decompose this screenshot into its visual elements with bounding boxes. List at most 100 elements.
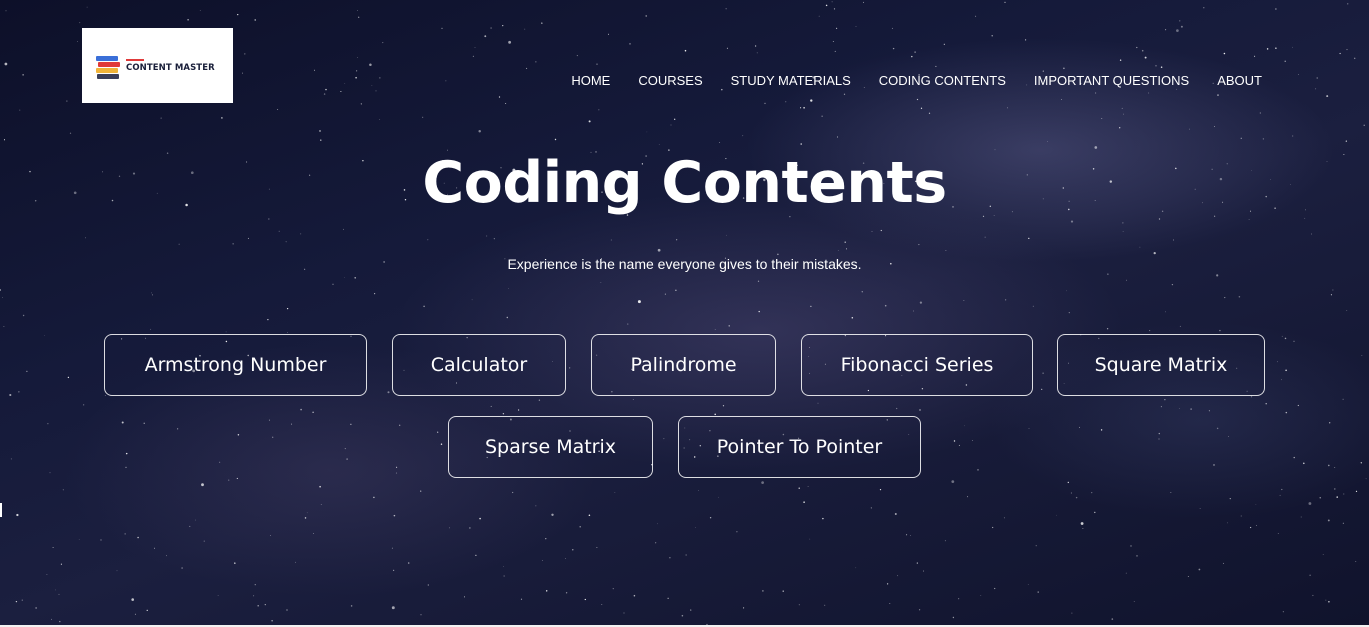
nav-about[interactable]: ABOUT: [1217, 73, 1262, 88]
star: [407, 562, 410, 564]
star: [325, 88, 327, 91]
star: [1292, 46, 1293, 48]
star: [286, 307, 289, 310]
star: [312, 533, 314, 534]
star: [502, 565, 504, 567]
star: [1332, 289, 1334, 291]
star: [610, 239, 612, 241]
star: [371, 85, 373, 86]
star: [676, 239, 678, 241]
star: [1160, 406, 1162, 408]
topic-button-pointer-to-pointer[interactable]: Pointer To Pointer: [678, 416, 921, 478]
star: [52, 546, 54, 549]
star: [855, 567, 857, 569]
page-title: Coding Contents: [422, 150, 947, 216]
star: [614, 492, 616, 493]
topic-button-sparse-matrix[interactable]: Sparse Matrix: [448, 416, 653, 478]
star: [906, 534, 908, 536]
star: [86, 6, 88, 8]
star: [807, 486, 809, 488]
star: [1165, 29, 1167, 31]
star: [392, 569, 395, 572]
star: [761, 481, 764, 484]
nav-coding-contents[interactable]: CODING CONTENTS: [879, 73, 1006, 88]
star: [1304, 217, 1306, 219]
star: [1203, 7, 1205, 9]
topic-button-square-matrix[interactable]: Square Matrix: [1057, 334, 1265, 396]
star: [374, 293, 376, 295]
star: [920, 107, 923, 109]
topic-button-fibonacci-series[interactable]: Fibonacci Series: [801, 334, 1033, 396]
star: [150, 328, 152, 330]
star: [471, 299, 473, 301]
star: [1068, 312, 1070, 314]
nav-study-materials[interactable]: STUDY MATERIALS: [731, 73, 851, 88]
star: [588, 120, 591, 123]
star: [5, 10, 7, 12]
star: [1122, 231, 1124, 232]
star: [722, 405, 725, 407]
star: [271, 620, 273, 622]
nav-courses[interactable]: COURSES: [638, 73, 702, 88]
star: [277, 108, 279, 111]
star: [863, 1, 865, 3]
star: [1275, 47, 1277, 49]
star: [486, 235, 488, 237]
star: [658, 144, 660, 146]
star: [809, 538, 811, 540]
star: [912, 310, 915, 312]
star: [1275, 8, 1277, 10]
star: [1365, 478, 1367, 480]
star: [817, 402, 819, 404]
star: [709, 517, 712, 519]
star: [1240, 515, 1242, 517]
star: [340, 91, 342, 92]
star: [975, 15, 977, 17]
star: [1176, 88, 1178, 90]
topic-button-calculator[interactable]: Calculator: [392, 334, 566, 396]
site-logo[interactable]: CONTENT MASTER: [82, 28, 233, 103]
star: [836, 27, 838, 29]
topic-button-armstrong-number[interactable]: Armstrong Number: [104, 334, 367, 396]
star: [300, 233, 302, 235]
star: [1217, 94, 1219, 96]
star: [538, 399, 541, 401]
star: [55, 589, 56, 591]
star: [880, 229, 882, 232]
star: [1126, 279, 1127, 281]
topic-button-palindrome[interactable]: Palindrome: [591, 334, 776, 396]
star: [1214, 126, 1216, 128]
star: [870, 507, 872, 509]
star: [508, 288, 509, 289]
star: [645, 15, 647, 17]
star: [146, 609, 148, 611]
star: [100, 539, 102, 541]
star: [1347, 3, 1349, 5]
star: [685, 554, 687, 556]
star: [714, 413, 716, 416]
star: [77, 41, 78, 42]
star: [684, 49, 687, 52]
star: [803, 107, 805, 109]
star: [742, 135, 744, 137]
star: [286, 609, 288, 611]
star: [843, 93, 846, 95]
star: [798, 604, 800, 606]
star: [1144, 56, 1147, 59]
star: [278, 230, 280, 232]
star: [714, 329, 716, 330]
star: [124, 533, 126, 535]
star: [22, 314, 25, 317]
hero-section: CONTENT MASTER HOME COURSES STUDY MATERI…: [0, 0, 1369, 627]
star: [517, 409, 520, 411]
star: [572, 549, 574, 551]
star: [754, 45, 757, 47]
star: [994, 587, 996, 590]
star: [503, 575, 505, 577]
star: [3, 326, 5, 327]
star: [60, 563, 62, 565]
star: [1346, 49, 1348, 51]
nav-home[interactable]: HOME: [571, 73, 610, 88]
nav-important-questions[interactable]: IMPORTANT QUESTIONS: [1034, 73, 1189, 88]
star: [719, 142, 721, 143]
